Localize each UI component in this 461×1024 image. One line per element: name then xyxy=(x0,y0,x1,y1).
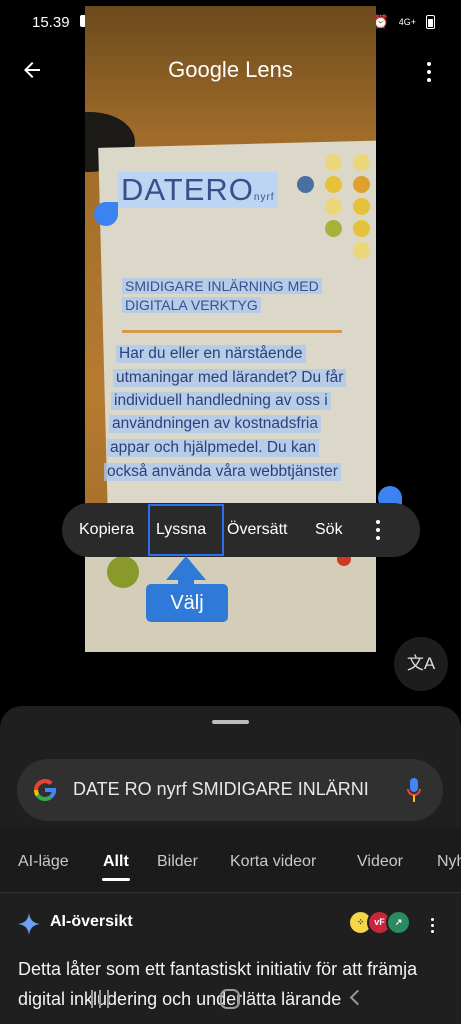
translate-icon[interactable]: 文A xyxy=(394,637,448,691)
search-query[interactable]: DATE RO nyrf SMIDIGARE INLÄRNI xyxy=(73,779,379,800)
logo-suffix: nyrf xyxy=(253,192,275,203)
microphone-icon[interactable] xyxy=(407,778,421,803)
decorative-dot-green xyxy=(107,556,139,588)
recognized-text-line[interactable]: utmaningar med lärandet? Du får xyxy=(113,369,347,387)
ai-overview-options-icon[interactable] xyxy=(431,918,435,933)
tab-images[interactable]: Bilder xyxy=(157,853,198,871)
app-title: Google Lens xyxy=(168,57,293,82)
recognized-text-line[interactable]: appar och hjälpmedel. Du kan xyxy=(107,439,319,457)
recognized-heading-line[interactable]: SMIDIGARE INLÄRNING MED xyxy=(122,278,322,294)
ai-overview-title: AI-översikt xyxy=(50,913,133,930)
results-tabs: AI-läge Allt Bilder Korta videor Videor … xyxy=(0,827,461,893)
source-favicons[interactable]: ⁘ vF ↗ xyxy=(348,910,411,935)
network-label: 4G+ xyxy=(398,17,416,27)
divider-line xyxy=(122,330,342,333)
tab-all[interactable]: Allt xyxy=(103,853,129,871)
home-icon[interactable] xyxy=(220,989,240,1009)
search-bar[interactable]: DATE RO nyrf SMIDIGARE INLÄRNI xyxy=(17,759,443,821)
recognized-text-line[interactable]: individuell handledning av oss i xyxy=(111,392,331,410)
selected-item-outline xyxy=(148,504,224,556)
google-logo-icon xyxy=(33,778,57,802)
select-callout: Välj xyxy=(146,584,228,622)
system-navigation-bar xyxy=(0,978,461,1024)
recognized-logo[interactable]: DATEROnyrf xyxy=(118,172,278,208)
tab-short-videos[interactable]: Korta videor xyxy=(230,853,316,871)
ai-overview-header[interactable]: AI-översikt ⁘ vF ↗ xyxy=(0,896,461,956)
ai-sparkle-icon xyxy=(18,913,40,935)
recognized-text-line[interactable]: också använda våra webbtjänster xyxy=(104,463,341,481)
search-button[interactable]: Sök xyxy=(315,503,343,557)
more-options-icon[interactable] xyxy=(427,62,431,82)
logo-text: DATERO xyxy=(121,172,254,207)
status-time: 15.39 xyxy=(32,14,70,31)
battery-icon xyxy=(426,15,435,29)
copy-button[interactable]: Kopiera xyxy=(79,503,134,557)
selection-context-menu: Kopiera Lyssna Översätt Sök xyxy=(62,503,420,557)
selection-start-handle[interactable] xyxy=(94,202,118,226)
recognized-text-line[interactable]: användningen av kostnadsfria xyxy=(109,415,321,433)
recent-apps-icon[interactable] xyxy=(91,990,109,1008)
active-tab-indicator xyxy=(102,878,130,881)
more-actions-icon[interactable] xyxy=(376,520,380,540)
recognized-text-line[interactable]: Har du eller en närstående xyxy=(116,345,306,363)
tab-videos[interactable]: Videor xyxy=(357,853,403,871)
system-icons: ⏰ 4G+ xyxy=(373,14,435,30)
tab-ai-mode[interactable]: AI-läge xyxy=(18,853,69,871)
tab-news[interactable]: Nyh xyxy=(437,853,461,871)
sheet-drag-handle[interactable] xyxy=(212,720,249,724)
back-icon[interactable] xyxy=(349,989,366,1006)
recognized-heading-line[interactable]: DIGITALA VERKTYG xyxy=(122,297,261,313)
decorative-dots xyxy=(297,154,376,259)
source-favicon-icon: ↗ xyxy=(386,910,411,935)
translate-button[interactable]: Översätt xyxy=(227,503,287,557)
